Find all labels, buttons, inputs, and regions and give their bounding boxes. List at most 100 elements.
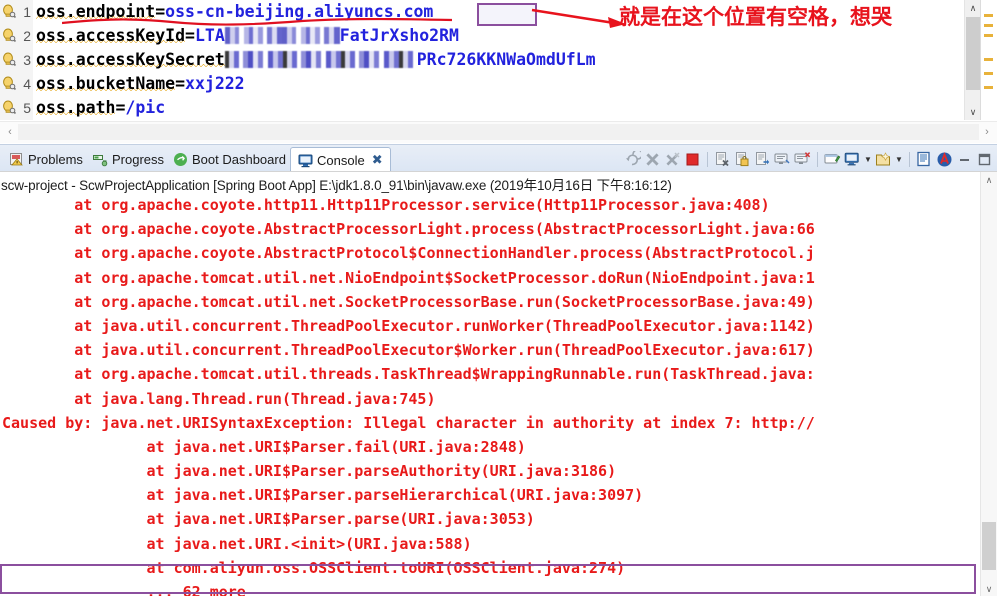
editor-overview-ruler[interactable] bbox=[980, 0, 997, 120]
chevron-down-icon[interactable]: ▼ bbox=[895, 155, 903, 164]
gutter-row[interactable]: 3 bbox=[0, 48, 33, 72]
editor-horizontal-scrollbar[interactable]: ‹ › bbox=[0, 121, 997, 143]
tab-label: Boot Dashboard bbox=[192, 152, 286, 167]
close-icon[interactable]: ✖ bbox=[372, 152, 383, 168]
tab-boot-dashboard[interactable]: Boot Dashboard bbox=[166, 147, 293, 172]
editor-vertical-scrollbar[interactable]: ∧ ∨ bbox=[964, 0, 981, 120]
scroll-up-button[interactable]: ∧ bbox=[965, 0, 981, 16]
console-icon bbox=[298, 153, 313, 168]
property-value-suffix: PRc726KKNWaOmdUfLm bbox=[416, 50, 596, 69]
ruler-warning-mark[interactable] bbox=[984, 86, 993, 89]
chevron-down-icon[interactable]: ▼ bbox=[864, 155, 872, 164]
property-value-suffix: FatJrXsho2RM bbox=[339, 26, 459, 45]
scroll-down-button[interactable]: ∨ bbox=[965, 104, 981, 120]
property-key: oss.accessKeySecret bbox=[36, 50, 225, 69]
pin-console-icon[interactable] bbox=[824, 151, 841, 168]
caused-by-line[interactable]: Caused by: java.net.URISyntaxException: … bbox=[0, 411, 981, 435]
warning-lightbulb-icon[interactable] bbox=[2, 52, 17, 67]
stack-trace-line[interactable]: at org.apache.coyote.AbstractProtocol$Co… bbox=[0, 241, 981, 265]
stack-trace-line[interactable]: at org.apache.coyote.http11.Http11Proces… bbox=[0, 193, 981, 217]
gutter-row[interactable]: 4 bbox=[0, 72, 33, 96]
property-value-prefix: LTA bbox=[194, 26, 225, 45]
stack-trace-line[interactable]: at java.net.URI$Parser.fail(URI.java:284… bbox=[0, 435, 981, 459]
gutter-row[interactable]: 5 bbox=[0, 96, 33, 120]
stack-trace-line[interactable]: at java.lang.Thread.run(Thread.java:745) bbox=[0, 387, 981, 411]
console-pane: scw-project - ScwProjectApplication [Spr… bbox=[0, 171, 997, 596]
stack-trace-line[interactable]: at org.apache.coyote.AbstractProcessorLi… bbox=[0, 217, 981, 241]
terminate-all-icon[interactable] bbox=[664, 151, 681, 168]
line-number: 4 bbox=[23, 76, 31, 92]
ruler-warning-mark[interactable] bbox=[984, 58, 993, 61]
minimize-icon[interactable] bbox=[956, 151, 973, 168]
console-output[interactable]: at org.apache.coyote.http11.Http11Proces… bbox=[0, 193, 981, 596]
problems-icon bbox=[9, 152, 24, 167]
stack-trace-line[interactable]: at java.net.URI$Parser.parse(URI.java:30… bbox=[0, 507, 981, 531]
tab-label: Problems bbox=[28, 152, 83, 167]
code-line[interactable]: oss.path=/pic bbox=[33, 96, 953, 120]
open-console-icon[interactable] bbox=[875, 151, 892, 168]
tab-label: Console bbox=[317, 152, 365, 168]
ruler-warning-mark[interactable] bbox=[984, 34, 993, 37]
stack-trace-line[interactable]: at java.util.concurrent.ThreadPoolExecut… bbox=[0, 314, 981, 338]
stack-trace-line[interactable]: ... 62 more bbox=[0, 580, 981, 596]
line-number: 2 bbox=[23, 28, 31, 44]
terminate-icon[interactable] bbox=[644, 151, 661, 168]
gutter-row[interactable]: 1 bbox=[0, 0, 33, 24]
property-equals: = bbox=[115, 98, 126, 117]
stack-trace-line[interactable]: at java.util.concurrent.ThreadPoolExecut… bbox=[0, 338, 981, 362]
stack-trace-line[interactable]: at com.aliyun.oss.OSSClient.toURI(OSSCli… bbox=[0, 556, 981, 580]
tab-console[interactable]: Console ✖ bbox=[290, 147, 391, 172]
ruler-warning-mark[interactable] bbox=[984, 14, 993, 17]
property-value: oss-cn-beijing.aliyuncs.com bbox=[165, 2, 434, 21]
line-number: 3 bbox=[23, 52, 31, 68]
stack-trace-line[interactable]: at java.net.URI$Parser.parseAuthority(UR… bbox=[0, 459, 981, 483]
property-key: oss.accessKeyId bbox=[36, 26, 186, 45]
clear-console-icon[interactable] bbox=[754, 151, 771, 168]
warning-lightbulb-icon[interactable] bbox=[2, 28, 17, 43]
warning-lightbulb-icon[interactable] bbox=[2, 4, 17, 19]
maximize-icon[interactable] bbox=[976, 151, 993, 168]
remove-launch-icon[interactable] bbox=[714, 151, 731, 168]
toolbar-separator bbox=[909, 151, 910, 167]
scroll-right-button[interactable]: › bbox=[979, 124, 995, 140]
property-value: /pic bbox=[125, 98, 166, 117]
word-wrap-icon[interactable] bbox=[794, 151, 811, 168]
scroll-left-button[interactable]: ‹ bbox=[2, 124, 18, 140]
stack-trace-line[interactable]: at java.net.URI.<init>(URI.java:588) bbox=[0, 532, 981, 556]
scrollbar-thumb[interactable] bbox=[982, 522, 996, 570]
scroll-up-button[interactable]: ∧ bbox=[981, 172, 997, 188]
stack-trace-line[interactable]: at java.net.URI$Parser.parseHierarchical… bbox=[0, 483, 981, 507]
scroll-down-button[interactable]: ∨ bbox=[981, 581, 997, 596]
show-console-view-icon[interactable] bbox=[916, 151, 933, 168]
console-toolbar: ▼ ▼ bbox=[624, 148, 993, 169]
ansi-icon[interactable] bbox=[936, 151, 953, 168]
property-value: xxj222 bbox=[185, 74, 245, 93]
rerun-icon[interactable] bbox=[624, 148, 643, 168]
scroll-lock-icon[interactable] bbox=[774, 151, 791, 168]
warning-lightbulb-icon[interactable] bbox=[2, 100, 17, 115]
property-key: oss.endpoint bbox=[36, 2, 156, 21]
display-selected-console-icon[interactable] bbox=[844, 151, 861, 168]
scrollbar-track[interactable] bbox=[18, 124, 979, 140]
code-line[interactable]: oss.accessKeySecret PRc726KKNWaOmdUfLm bbox=[33, 48, 953, 72]
remove-all-terminated-icon[interactable] bbox=[734, 151, 751, 168]
gutter-row[interactable]: 2 bbox=[0, 24, 33, 48]
property-equals: = bbox=[185, 26, 195, 45]
property-equals: = bbox=[155, 2, 166, 21]
toolbar-separator bbox=[817, 151, 818, 167]
stack-trace-line[interactable]: at org.apache.tomcat.util.net.SocketProc… bbox=[0, 290, 981, 314]
scrollbar-thumb[interactable] bbox=[966, 17, 980, 90]
ruler-warning-mark[interactable] bbox=[984, 24, 993, 27]
code-line[interactable]: oss.bucketName=xxj222 bbox=[33, 72, 953, 96]
tab-progress[interactable]: Progress bbox=[86, 147, 171, 172]
warning-lightbulb-icon[interactable] bbox=[2, 76, 17, 91]
console-vertical-scrollbar[interactable]: ∧ ∨ bbox=[980, 172, 997, 596]
stack-trace-line[interactable]: at org.apache.tomcat.util.net.NioEndpoin… bbox=[0, 266, 981, 290]
tab-problems[interactable]: Problems bbox=[2, 147, 90, 172]
property-key: oss.bucketName bbox=[36, 74, 176, 93]
ruler-warning-mark[interactable] bbox=[984, 72, 993, 75]
stop-icon[interactable] bbox=[684, 151, 701, 168]
line-number: 5 bbox=[23, 100, 31, 116]
stack-trace-line[interactable]: at org.apache.tomcat.util.threads.TaskTh… bbox=[0, 362, 981, 386]
boot-dashboard-icon bbox=[173, 152, 188, 167]
